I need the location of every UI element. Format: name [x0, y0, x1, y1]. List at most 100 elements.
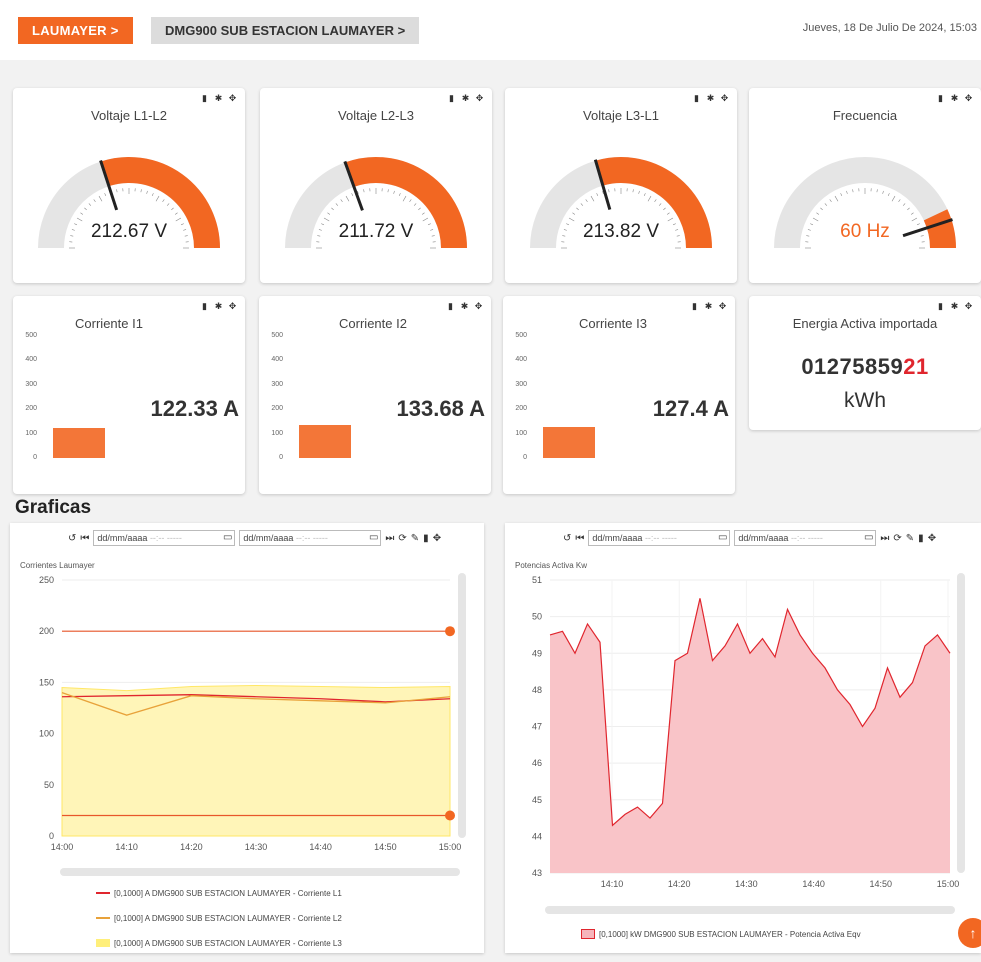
series-area-power: [550, 598, 950, 873]
gauge-tick: [841, 193, 842, 196]
gear-icon[interactable]: ✱: [704, 302, 713, 311]
y-tick-label: 47: [532, 722, 542, 732]
y-tick-label: 48: [532, 685, 542, 695]
gauge-dial: [260, 88, 492, 283]
x-tick-label: 15:00: [937, 879, 960, 889]
start-date-input[interactable]: dd/mm/aaaa --:-- -----▭: [93, 530, 235, 546]
edit-icon[interactable]: ✎: [411, 533, 419, 544]
gauge-tick: [835, 196, 838, 201]
date-placeholder: dd/mm/aaaa: [738, 533, 788, 543]
datetime-label: Jueves, 18 De Julio De 2024, 15:03: [803, 22, 977, 34]
x-tick-label: 14:30: [245, 842, 268, 852]
calendar-icon[interactable]: ▭: [864, 531, 873, 545]
gauge-tick: [888, 193, 889, 196]
axis-tick-label: 0: [509, 454, 527, 461]
start-date-input[interactable]: dd/mm/aaaa --:-- -----▭: [588, 530, 730, 546]
gauge-tick: [892, 196, 895, 201]
gauge-tick: [89, 203, 91, 205]
current-bar: [53, 428, 105, 458]
gauge-tick: [346, 196, 349, 201]
gauge-tick: [352, 193, 353, 196]
edit-icon[interactable]: ✎: [906, 533, 914, 544]
y-tick-label: 45: [532, 795, 542, 805]
energy-title: Energia Activa importada: [749, 316, 981, 331]
legend-item-l3[interactable]: [0,1000] A DMG900 SUB ESTACION LAUMAYER …: [96, 937, 342, 949]
energy-digits-highlight: 21: [903, 354, 928, 379]
gear-icon[interactable]: ✱: [214, 302, 223, 311]
undo-icon[interactable]: ↺: [563, 533, 571, 544]
gauge-tick: [163, 199, 165, 201]
move-icon[interactable]: ✥: [718, 302, 727, 311]
calendar-icon[interactable]: ▭: [369, 531, 378, 545]
current-card-i2: ▮✱✥ Corriente I2 133.68 A 50040030020010…: [259, 296, 491, 494]
gauge-tick: [399, 193, 400, 196]
gauge-tick: [655, 199, 657, 201]
axis-tick-label: 300: [265, 381, 283, 388]
trash-icon[interactable]: ▮: [918, 533, 924, 544]
copy-icon[interactable]: ▮: [200, 302, 209, 311]
move-icon[interactable]: ✥: [433, 533, 441, 544]
gauge-tick: [667, 213, 669, 215]
axis-tick-label: 100: [509, 430, 527, 437]
x-tick-label: 15:00: [439, 842, 462, 852]
move-icon[interactable]: ✥: [928, 533, 936, 544]
move-icon[interactable]: ✥: [228, 302, 237, 311]
refresh-icon[interactable]: ⟳: [398, 533, 406, 544]
card-tools: ▮ ✱ ✥: [200, 302, 237, 311]
breadcrumb-laumayer[interactable]: LAUMAYER >: [18, 17, 133, 44]
axis-tick-label: 300: [509, 381, 527, 388]
gauge-tick: [907, 208, 909, 210]
gauge-tick: [591, 196, 594, 201]
gauge-tick: [899, 199, 901, 201]
calendar-icon[interactable]: ▭: [718, 531, 727, 545]
legend-label: [0,1000] A DMG900 SUB ESTACION LAUMAYER …: [114, 939, 342, 948]
gauge-value: 212.67 V: [13, 221, 245, 243]
energy-unit: kWh: [749, 389, 981, 413]
x-tick-label: 14:10: [115, 842, 138, 852]
move-icon[interactable]: ✥: [474, 302, 483, 311]
move-icon[interactable]: ✥: [964, 302, 973, 311]
energy-digits: 01275859: [801, 354, 903, 379]
copy-icon[interactable]: ▮: [936, 302, 945, 311]
x-tick-label: 14:40: [802, 879, 825, 889]
calendar-icon[interactable]: ▭: [223, 531, 232, 545]
y-tick-label: 51: [532, 575, 542, 585]
first-page-icon[interactable]: ⏮: [575, 533, 584, 544]
breadcrumb-device[interactable]: DMG900 SUB ESTACION LAUMAYER >: [151, 17, 419, 44]
trash-icon[interactable]: ▮: [423, 533, 429, 544]
refresh-icon[interactable]: ⟳: [893, 533, 901, 544]
gauge-tick: [94, 199, 96, 201]
gauge-tick: [633, 189, 634, 192]
gauge-tick: [877, 189, 878, 192]
axis-tick-label: 200: [19, 405, 37, 412]
legend-item-l2[interactable]: [0,1000] A DMG900 SUB ESTACION LAUMAYER …: [96, 912, 342, 924]
axis-tick-label: 300: [19, 381, 37, 388]
y-tick-label: 44: [532, 831, 542, 841]
scroll-top-button[interactable]: ↑: [958, 918, 981, 948]
horizontal-scrollbar: [60, 868, 460, 876]
current-value: 127.4 A: [653, 396, 729, 422]
energy-card: ▮✱✥ Energia Activa importada 0127585921 …: [749, 296, 981, 430]
legend-item-power[interactable]: [0,1000] kW DMG900 SUB ESTACION LAUMAYER…: [581, 928, 861, 940]
end-date-input[interactable]: dd/mm/aaaa --:-- -----▭: [734, 530, 876, 546]
end-date-input[interactable]: dd/mm/aaaa --:-- ----- ▭: [239, 530, 381, 546]
gauge-tick: [331, 208, 333, 210]
gauge-tick: [175, 213, 177, 215]
gear-icon[interactable]: ✱: [460, 302, 469, 311]
date-placeholder: dd/mm/aaaa: [243, 533, 293, 543]
legend-item-l1[interactable]: [0,1000] A DMG900 SUB ESTACION LAUMAYER …: [96, 887, 342, 899]
time-placeholder: --:-- -----: [296, 533, 328, 543]
gauge-tick: [147, 191, 148, 194]
undo-icon[interactable]: ↺: [68, 533, 76, 544]
gear-icon[interactable]: ✱: [950, 302, 959, 311]
chart-toolbar: ↺ ⏮ dd/mm/aaaa --:-- -----▭ dd/mm/aaaa -…: [563, 530, 936, 546]
copy-icon[interactable]: ▮: [446, 302, 455, 311]
first-page-icon[interactable]: ⏮: [80, 533, 89, 544]
x-tick-label: 14:20: [668, 879, 691, 889]
section-title: Graficas: [15, 497, 91, 519]
copy-icon[interactable]: ▮: [690, 302, 699, 311]
series-area-l3: [62, 685, 450, 836]
last-page-icon[interactable]: ⏭: [880, 533, 889, 544]
last-page-icon[interactable]: ⏭: [385, 533, 394, 544]
current-value: 133.68 A: [397, 396, 485, 422]
